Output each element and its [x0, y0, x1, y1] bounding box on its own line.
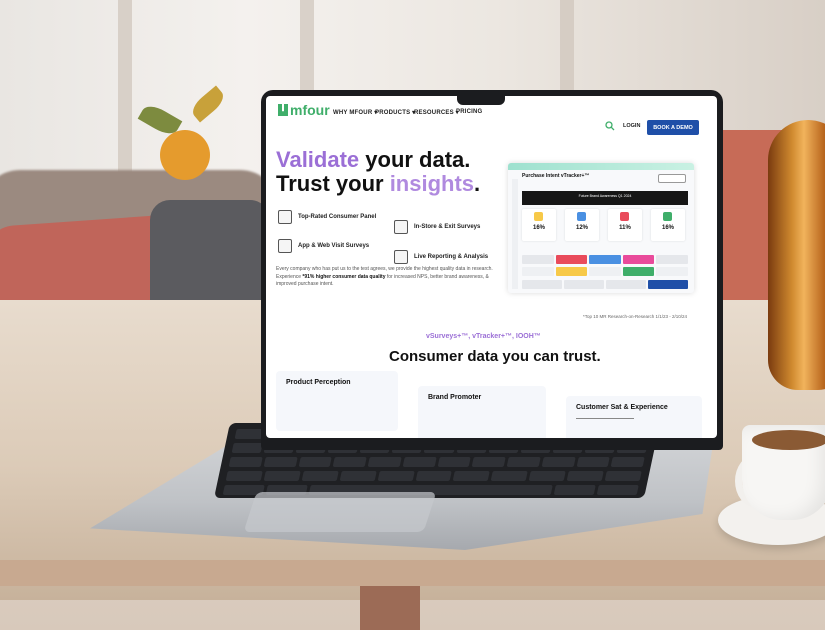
card-label: Customer Sat & Experience: [576, 404, 668, 411]
nav-why-mfour[interactable]: WHY MFOUR ▾: [333, 109, 377, 116]
feature-item: In-Store & Exit Surveys: [394, 220, 480, 234]
logo-mark-icon: [278, 104, 288, 116]
card-label: Product Perception: [286, 379, 351, 386]
feature-item: Live Reporting & Analysis: [394, 250, 488, 264]
feature-item: App & Web Visit Surveys: [278, 239, 369, 253]
camera-notch: [457, 96, 505, 105]
dashboard-title: Purchase Intent vTracker+™: [522, 173, 590, 179]
product-tagline: vSurveys+™, vTracker+™, IOOH™: [426, 333, 541, 340]
stat-icon: [577, 212, 586, 221]
body-text-bold: *91% higher consumer data quality: [302, 273, 386, 280]
nav-resources[interactable]: RESOURCES ▾: [414, 109, 459, 116]
dashboard-heat-row: [522, 267, 688, 276]
chart-icon: [394, 250, 408, 264]
stat-icon: [663, 212, 672, 221]
hero-body-text: Every company who has put us to the test…: [276, 266, 501, 289]
scene-background: mfour WHY MFOUR ▾ PRODUCTS ▾ RESOURCES ▾…: [0, 0, 825, 630]
coffee: [752, 430, 825, 450]
feature-item: Top-Rated Consumer Panel: [278, 210, 376, 224]
table-edge: [0, 560, 825, 586]
category-card[interactable]: Brand Promoter: [418, 386, 546, 438]
stat-icon: [620, 212, 629, 221]
feature-label: In-Store & Exit Surveys: [414, 224, 481, 230]
dashboard-heat-row: [522, 280, 688, 289]
feature-label: Top-Rated Consumer Panel: [298, 214, 377, 220]
logo-text: mfour: [290, 102, 330, 118]
stat-value: 16%: [661, 225, 674, 231]
stat-card: 12%: [565, 209, 599, 241]
headline-insights: insights: [389, 171, 475, 196]
card-underline: [576, 418, 634, 419]
hero-headline: Validate your data. Trust your insights.: [276, 148, 480, 196]
category-card[interactable]: Customer Sat & Experience: [566, 396, 702, 438]
laptop-trackpad: [243, 492, 437, 532]
category-card[interactable]: Product Perception: [276, 371, 398, 431]
nav-products[interactable]: PRODUCTS ▾: [375, 109, 415, 116]
headline-your-data: your data.: [359, 147, 471, 172]
headline-validate: Validate: [276, 147, 360, 172]
dashboard-topbar: [508, 163, 694, 170]
dashboard-banner-text: Future Brand Awareness Q1 2024: [578, 194, 632, 198]
panel-icon: [278, 210, 292, 224]
stat-card: 16%: [522, 209, 556, 241]
stat-value: 12%: [575, 225, 588, 231]
laptop-screen: mfour WHY MFOUR ▾ PRODUCTS ▾ RESOURCES ▾…: [266, 96, 717, 438]
copper-vase: [768, 120, 825, 390]
orange-fruit: [160, 130, 210, 180]
book-a-demo-button[interactable]: BOOK A DEMO: [647, 120, 699, 135]
dashboard-banner: Future Brand Awareness Q1 2024: [522, 191, 688, 205]
stat-value: 11%: [619, 225, 631, 231]
section-subhead: Consumer data you can trust.: [389, 348, 601, 365]
stat-icon: [534, 212, 543, 221]
dashboard-preview: Purchase Intent vTracker+™ Future Brand …: [508, 163, 694, 293]
feature-label: Live Reporting & Analysis: [414, 254, 489, 260]
nav-pricing[interactable]: PRICING: [456, 109, 482, 115]
site-logo[interactable]: mfour: [278, 102, 330, 118]
headline-trust-your: Trust your: [276, 171, 390, 196]
stat-card: 11%: [608, 209, 642, 241]
dashboard-heat-row: [522, 255, 688, 264]
table-leg: [360, 586, 420, 630]
survey-icon: [394, 220, 408, 234]
stat-card: 16%: [651, 209, 685, 241]
feature-label: App & Web Visit Surveys: [298, 243, 370, 249]
headline-period: .: [474, 171, 481, 196]
card-label: Brand Promoter: [428, 394, 482, 401]
dashboard-button: [658, 174, 686, 183]
monitor-icon: [278, 239, 292, 253]
login-link[interactable]: LOGIN: [623, 123, 640, 129]
stat-value: 16%: [532, 225, 545, 231]
search-icon[interactable]: [605, 121, 615, 131]
dashboard-sidebar: [512, 179, 518, 289]
footnote: *Top 10 MR Research-on-Research 1/1/23 -…: [583, 314, 688, 319]
